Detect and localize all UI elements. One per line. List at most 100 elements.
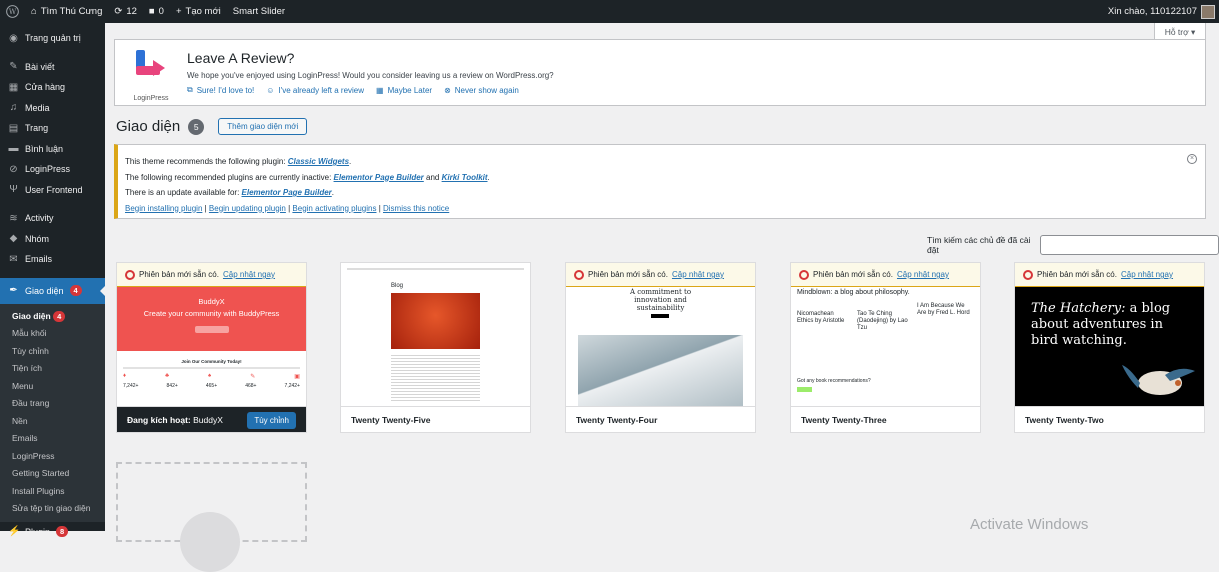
update-notice: Phiên bản mới sẵn có. Cập nhật ngay: [117, 263, 306, 287]
smart-slider-label: Smart Slider: [232, 6, 286, 17]
submenu-getting-started[interactable]: Getting Started: [0, 465, 105, 483]
external-link-icon: ⧉: [187, 85, 193, 94]
menu-label: Trang quản trị: [25, 33, 81, 44]
elementor-update-link[interactable]: Elementor Page Builder: [242, 188, 332, 197]
theme-name: BuddyX: [193, 415, 223, 425]
comment-icon: ▬: [8, 143, 19, 155]
menu-activity[interactable]: ≋ Activity: [0, 208, 105, 229]
my-account[interactable]: Xin chào, 110122107: [1102, 0, 1219, 23]
submenu-background[interactable]: Nền: [0, 413, 105, 431]
submenu-theme-editor[interactable]: Sửa tệp tin giao diện: [0, 500, 105, 518]
menu-label: Bình luận: [25, 143, 64, 154]
tt5-heading: Blog: [391, 283, 404, 289]
review-later-link[interactable]: ▦ Maybe Later: [376, 85, 432, 95]
review-already-link[interactable]: ☺ I've already left a review: [266, 85, 364, 95]
join-subtext: [123, 367, 300, 369]
smart-slider-link[interactable]: Smart Slider: [227, 0, 291, 23]
calendar-icon: ▦: [376, 85, 384, 95]
notice-text: This theme recommends the following plug…: [125, 157, 288, 166]
updates-count: 12: [126, 6, 137, 17]
dismiss-notice-link[interactable]: Dismiss this notice: [383, 204, 449, 213]
submenu-header[interactable]: Đầu trang: [0, 395, 105, 413]
update-icon: [574, 269, 584, 280]
add-new-theme-tile[interactable]: [116, 462, 307, 572]
kirki-link[interactable]: Kirki Toolkit: [442, 173, 488, 182]
update-now-link[interactable]: Cập nhật ngay: [897, 270, 949, 279]
pin-icon: ✎: [9, 61, 18, 73]
search-input[interactable]: [1040, 235, 1219, 255]
classic-widgets-link[interactable]: Classic Widgets: [288, 157, 349, 166]
themes-badge: 4: [53, 310, 66, 322]
wp-logo-icon[interactable]: W: [0, 0, 25, 23]
svg-text:W: W: [9, 7, 17, 16]
menu-dashboard[interactable]: ◉ Trang quản trị: [0, 28, 105, 49]
submenu-loginpress[interactable]: LoginPress: [0, 448, 105, 466]
updates-link[interactable]: ⟳ 12: [108, 0, 143, 23]
update-now-link[interactable]: Cập nhật ngay: [223, 270, 275, 279]
review-never-link[interactable]: ⊗ Never show again: [444, 85, 519, 95]
update-notice: Phiên bản mới sẵn có. Cập nhật ngay: [791, 263, 980, 287]
theme-card-twentytwentyfour[interactable]: Phiên bản mới sẵn có. Cập nhật ngay A com…: [565, 262, 756, 433]
store-icon: ▦: [8, 81, 19, 93]
admin-sidebar: ◉ Trang quản trị ✎ Bài viết ▦ Cửa hàng ♫ Med…: [0, 23, 105, 538]
elementor-link[interactable]: Elementor Page Builder: [334, 173, 424, 182]
update-icon: [125, 269, 135, 280]
menu-appearance[interactable]: ✒ Giao diện 4: [0, 277, 105, 304]
submenu-themes[interactable]: Giao diện 4: [0, 308, 105, 326]
menu-media[interactable]: ♫ Media: [0, 98, 105, 119]
theme-card-twentytwentythree[interactable]: Phiên bản mới sẵn có. Cập nhật ngay Mindb…: [790, 262, 981, 433]
new-content-link[interactable]: + Tạo mới: [170, 0, 227, 23]
update-now-link[interactable]: Cập nhật ngay: [672, 270, 724, 279]
loginpress-logo: LoginPress: [127, 48, 175, 102]
menu-comments[interactable]: ▬ Bình luận: [0, 139, 105, 160]
menu-user-frontend[interactable]: Ψ User Frontend: [0, 180, 105, 201]
submenu-patterns[interactable]: Mẫu khối: [0, 325, 105, 343]
menu-store[interactable]: ▦ Cửa hàng: [0, 77, 105, 98]
comments-link[interactable]: ■ 0: [143, 0, 170, 23]
submenu-menus[interactable]: Menu: [0, 378, 105, 396]
appearance-badge: 4: [69, 285, 82, 296]
submenu-emails[interactable]: Emails: [0, 430, 105, 448]
tt3-post-title: Nicomachean Ethics by Aristotle: [797, 311, 845, 324]
theme-card-buddyx[interactable]: Phiên bản mới sẵn có. Cập nhật ngay Buddy…: [116, 262, 307, 433]
menu-posts[interactable]: ✎ Bài viết: [0, 57, 105, 78]
update-text: Phiên bản mới sẵn có.: [813, 270, 893, 279]
customize-button[interactable]: Tùy chỉnh: [247, 411, 296, 429]
begin-installing-link[interactable]: Begin installing plugin: [125, 204, 202, 213]
menu-loginpress[interactable]: ⊘ LoginPress: [0, 159, 105, 180]
menu-label: Giao diện: [25, 285, 64, 296]
begin-activating-link[interactable]: Begin activating plugins: [292, 204, 376, 213]
menu-emails[interactable]: ✉ Emails: [0, 249, 105, 270]
plus-icon: +: [175, 6, 182, 17]
menu-pages[interactable]: ▤ Trang: [0, 118, 105, 139]
submenu-customize[interactable]: Tùy chỉnh: [0, 343, 105, 361]
new-label: Tạo mới: [185, 6, 221, 17]
theme-card-twentytwentytwo[interactable]: Phiên bản mới sẵn có. Cập nhật ngay The H…: [1014, 262, 1205, 433]
update-icon: [1023, 269, 1033, 280]
menu-groups[interactable]: ◆ Nhóm: [0, 229, 105, 250]
menu-label: LoginPress: [25, 164, 71, 175]
add-new-theme-button[interactable]: Thêm giao diện mới: [218, 118, 308, 135]
plugin-badge: 8: [56, 526, 69, 538]
review-love-link[interactable]: ⧉ Sure! I'd love to!: [187, 85, 254, 95]
theme-card-twentytwentyfive[interactable]: Blog Twenty Twenty-Five: [340, 262, 531, 433]
stat-icon: ♠: [208, 373, 212, 379]
plus-icon: [180, 512, 240, 572]
menu-plugins[interactable]: ⚡ Plugin 8: [0, 522, 105, 543]
tt3-post-title: I Am Because We Are by Fred L. Hord: [917, 303, 970, 316]
groups-icon: ◆: [9, 233, 18, 245]
stat-value: 465+: [205, 383, 218, 389]
submenu-widgets[interactable]: Tiện ích: [0, 360, 105, 378]
update-text: Phiên bản mới sẵn có.: [139, 270, 219, 279]
update-text: Phiên bản mới sẵn có.: [588, 270, 668, 279]
begin-updating-link[interactable]: Begin updating plugin: [209, 204, 286, 213]
close-icon[interactable]: ×: [1187, 154, 1197, 164]
submenu-install-plugins[interactable]: Install Plugins: [0, 483, 105, 501]
notice-actions: Begin installing plugin | Begin updating…: [125, 203, 450, 213]
stat-icon: ▣: [294, 374, 300, 380]
page-icon: ▤: [8, 122, 19, 134]
site-name-link[interactable]: ⌂ Tìm Thú Cưng: [25, 0, 108, 23]
stat-icon: ♣: [165, 373, 170, 379]
hero-button: [194, 326, 229, 333]
update-now-link[interactable]: Cập nhật ngay: [1121, 270, 1173, 279]
